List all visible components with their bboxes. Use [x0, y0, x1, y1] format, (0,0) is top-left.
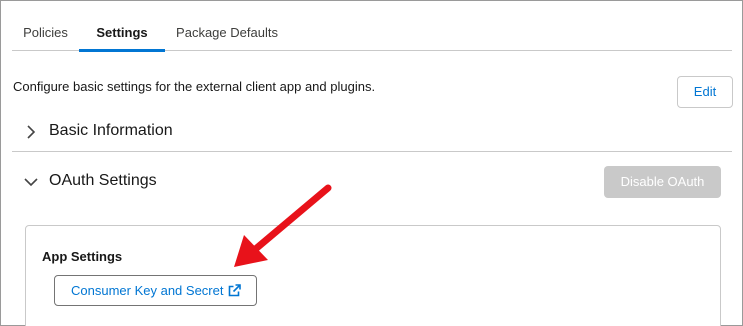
chevron-right-icon [27, 125, 36, 139]
app-settings-title: App Settings [42, 249, 123, 264]
app-settings-card: App Settings Consumer Key and Secret [25, 225, 721, 326]
settings-description: Configure basic settings for the externa… [13, 79, 376, 94]
edit-button[interactable]: Edit [677, 76, 733, 108]
basic-information-title: Basic Information [49, 122, 173, 139]
consumer-key-secret-button[interactable]: Consumer Key and Secret [54, 275, 257, 306]
tab-policies[interactable]: Policies [12, 14, 79, 51]
external-link-icon [228, 284, 241, 297]
tab-package-defaults[interactable]: Package Defaults [165, 14, 289, 51]
oauth-settings-title: OAuth Settings [49, 172, 157, 189]
disable-oauth-button: Disable OAuth [604, 166, 721, 198]
chevron-down-icon [24, 178, 38, 187]
basic-information-section[interactable]: Basic Information [12, 112, 732, 152]
tab-bar: Policies Settings Package Defaults [12, 14, 732, 52]
red-annotation-arrow [234, 184, 332, 267]
consumer-key-secret-label: Consumer Key and Secret [71, 283, 224, 298]
tab-settings[interactable]: Settings [79, 14, 165, 52]
